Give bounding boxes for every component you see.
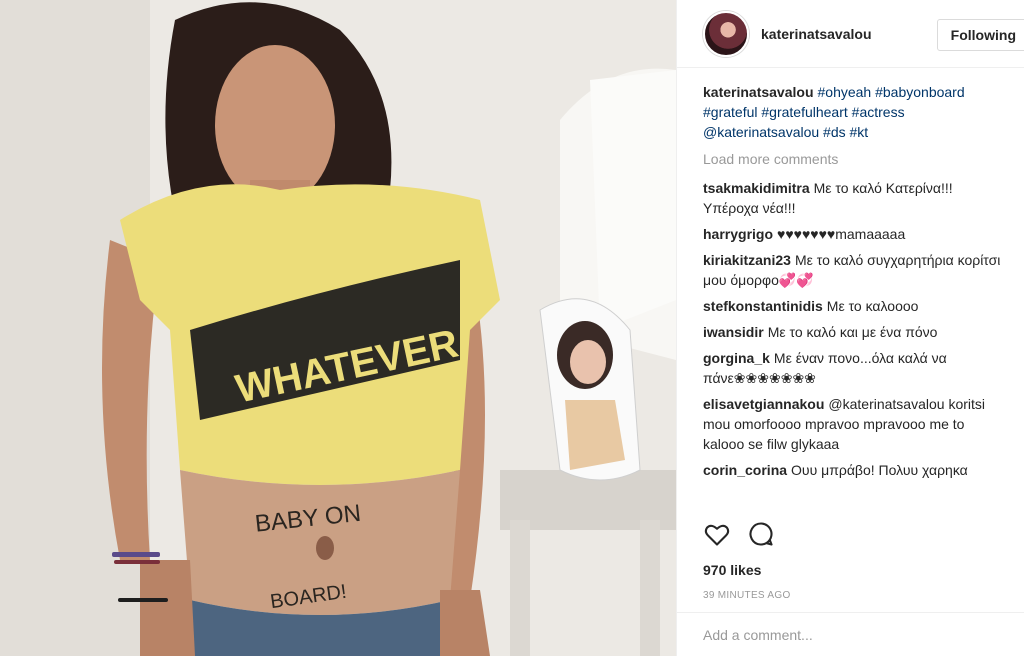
comment-item: iwansidir Με το καλό και με ένα πόνο	[703, 322, 1008, 342]
comment-list: katerinatsavalou #ohyeah #babyonboard #gr…	[677, 68, 1024, 500]
comment-text: Με το καλοοοο	[826, 298, 919, 314]
comment-username[interactable]: elisavetgiannakou	[703, 396, 824, 412]
comment-item: gorgina_k Με έναν πονο...όλα καλά να πάνε…	[703, 348, 1008, 388]
caption-username[interactable]: katerinatsavalou	[703, 84, 814, 100]
comment-item: stefkonstantinidis Με το καλοοοο	[703, 296, 1008, 316]
post-sidebar: katerinatsavalou Following katerinatsava…	[676, 0, 1024, 656]
header-username[interactable]: katerinatsavalou	[761, 26, 872, 42]
post-timestamp[interactable]: 39 MINUTES AGO	[703, 590, 791, 601]
comment-item: kiriakitzani23 Με το καλό συγχαρητήρια κο…	[703, 250, 1008, 290]
comment-item: harrygrigo ♥♥♥♥♥♥♥mamaaaaa	[703, 224, 1008, 244]
comment-text: ♥♥♥♥♥♥♥mamaaaaa	[777, 226, 906, 242]
avatar[interactable]	[703, 10, 749, 57]
comment-item: elisavetgiannakou @katerinatsavalou korit…	[703, 394, 1008, 454]
add-comment-input[interactable]	[703, 626, 1003, 643]
post-photo[interactable]: WHATEVER BABY ON BOARD!	[0, 0, 676, 656]
comment-text: Με το καλό και με ένα πόνο	[767, 324, 938, 340]
load-more-comments-link[interactable]: Load more comments	[703, 150, 1008, 168]
likes-count[interactable]: 970 likes	[703, 562, 761, 578]
add-comment-bar	[677, 612, 1024, 656]
following-button[interactable]: Following	[936, 19, 1024, 51]
comment-username[interactable]: stefkonstantinidis	[703, 298, 823, 314]
post-header: katerinatsavalou Following	[677, 0, 1024, 68]
comment-username[interactable]: corin_corina	[703, 462, 787, 478]
comment-username[interactable]: kiriakitzani23	[703, 252, 791, 268]
comment-username[interactable]: iwansidir	[703, 324, 764, 340]
caption: katerinatsavalou #ohyeah #babyonboard #gr…	[703, 82, 1008, 142]
post-actions	[703, 520, 775, 548]
heart-icon[interactable]	[703, 520, 731, 548]
comment-username[interactable]: gorgina_k	[703, 350, 770, 366]
comment-bubble-icon[interactable]	[747, 520, 775, 548]
comment-item: corin_corina Ουυ μπράβο! Πολυυ χαρηκα	[703, 460, 1008, 480]
comment-username[interactable]: harrygrigo	[703, 226, 773, 242]
photo-illustration: WHATEVER BABY ON BOARD!	[0, 0, 676, 656]
comment-username[interactable]: tsakmakidimitra	[703, 180, 810, 196]
comment-text: Ουυ μπράβο! Πολυυ χαρηκα	[791, 462, 968, 478]
comment-item: tsakmakidimitra Με το καλό Κατερίνα!!! Υπ…	[703, 178, 1008, 218]
